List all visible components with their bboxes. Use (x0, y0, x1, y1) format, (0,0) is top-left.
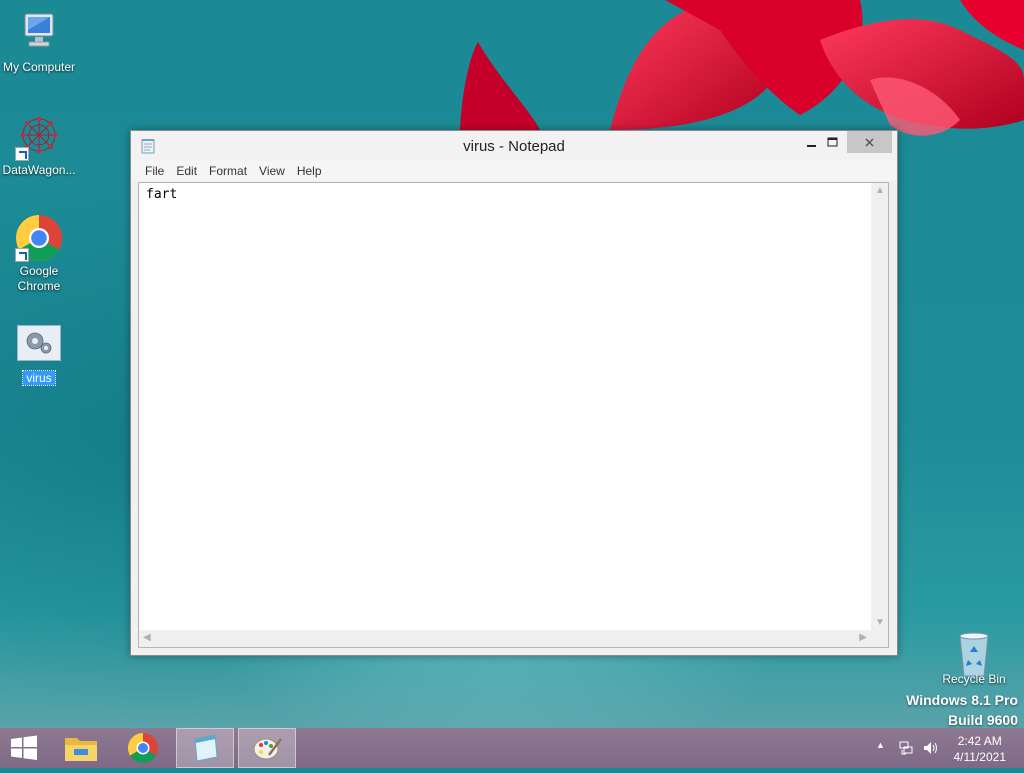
desktop-icon-label: Recycle Bin (942, 672, 1006, 686)
clock-time: 2:42 AM (957, 734, 1002, 748)
computer-icon (15, 10, 63, 58)
scroll-up-icon[interactable]: ▲ (875, 185, 885, 196)
windows-watermark: Windows 8.1 Pro Build 9600 (906, 690, 1018, 730)
chrome-icon (127, 733, 158, 764)
close-icon (865, 138, 874, 147)
paint-icon (253, 738, 282, 760)
show-hidden-icons-icon[interactable]: ▲ (876, 740, 885, 750)
menu-format[interactable]: Format (203, 161, 253, 178)
windows-logo-icon (11, 735, 37, 760)
horizontal-scrollbar[interactable]: ◀ ▶ (139, 630, 871, 647)
editor-content[interactable]: fart (146, 187, 177, 202)
chrome-taskbar-button[interactable] (114, 728, 172, 768)
scroll-right-icon[interactable]: ▶ (859, 632, 867, 643)
scroll-left-icon[interactable]: ◀ (143, 632, 151, 643)
minimize-button[interactable] (797, 131, 827, 153)
window-title: virus - Notepad (463, 138, 565, 155)
title-bar[interactable]: virus - Notepad (131, 131, 897, 161)
shortcut-arrow-icon (15, 147, 29, 161)
close-button[interactable] (847, 131, 892, 153)
desktop-icon-datawagon[interactable]: DataWagon... (1, 113, 77, 178)
menu-edit[interactable]: Edit (170, 161, 203, 178)
network-icon[interactable] (898, 740, 914, 756)
text-editor[interactable]: fart ▲ ▼ ◀ ▶ (138, 182, 889, 648)
watermark-edition: Windows 8.1 Pro (906, 692, 1018, 708)
volume-icon[interactable] (922, 740, 940, 756)
menu-bar: File Edit Format View Help (131, 161, 897, 181)
recycle-bin-icon (950, 630, 998, 678)
menu-file[interactable]: File (139, 161, 170, 178)
taskbar-clock[interactable]: 2:42 AM 4/11/2021 (954, 733, 1007, 765)
menu-help[interactable]: Help (291, 161, 328, 178)
start-button[interactable] (0, 728, 48, 768)
taskbar: ▲ 2:42 AM 4/11/2021 (0, 728, 1024, 768)
desktop-icon-label: DataWagon... (2, 163, 76, 177)
settings-file-icon (17, 325, 61, 361)
size-grip[interactable] (871, 630, 888, 647)
file-explorer-icon (65, 738, 97, 761)
clock-date: 4/11/2021 (953, 750, 1007, 764)
notepad-icon (194, 734, 218, 762)
notepad-taskbar-button[interactable] (176, 728, 234, 768)
datawagon-icon (15, 113, 63, 161)
file-explorer-button[interactable] (52, 728, 110, 768)
desktop-icon-label: virus (22, 370, 56, 386)
notepad-window[interactable]: virus - Notepad File Edit Format View Help f… (130, 130, 898, 656)
shortcut-arrow-icon (15, 248, 29, 262)
menu-view[interactable]: View (253, 161, 291, 178)
desktop-icon-google-chrome[interactable]: Google Chrome (1, 214, 77, 294)
desktop-icon-label: Google Chrome (17, 264, 61, 293)
desktop-icon-my-computer[interactable]: My Computer (1, 10, 77, 75)
chrome-icon (15, 214, 63, 262)
desktop-icon-label: My Computer (2, 60, 76, 74)
scroll-down-icon[interactable]: ▼ (875, 617, 885, 628)
paint-taskbar-button[interactable] (238, 728, 296, 768)
vertical-scrollbar[interactable]: ▲ ▼ (871, 183, 888, 630)
notification-area: ▲ (872, 728, 952, 768)
desktop-icon-recycle-bin[interactable]: Recycle Bin (936, 630, 1012, 695)
watermark-build: Build 9600 (947, 712, 1018, 728)
desktop-icon-virus[interactable]: virus (1, 325, 77, 386)
